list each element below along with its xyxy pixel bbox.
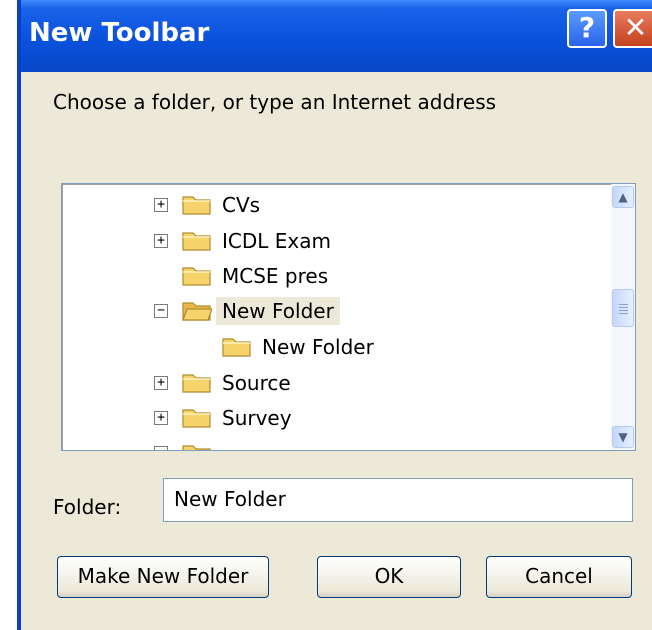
tree-item-label: ICDL Exam — [222, 229, 331, 253]
tree-item-label: Source — [222, 371, 291, 395]
dialog-title: New Toolbar — [29, 18, 210, 48]
tree-item-label: New Folder — [216, 297, 340, 325]
expand-icon[interactable]: + — [154, 376, 168, 390]
cancel-button[interactable]: Cancel — [486, 556, 632, 598]
folder-icon — [182, 232, 211, 251]
new-toolbar-dialog: New Toolbar ? ✕ Choose a folder, or type… — [17, 0, 652, 630]
ok-button[interactable]: OK — [317, 556, 461, 598]
scroll-thumb[interactable] — [612, 289, 634, 327]
folder-icon — [182, 267, 211, 286]
expand-icon[interactable]: + — [154, 411, 168, 425]
instruction-text: Choose a folder, or type an Internet add… — [53, 90, 497, 114]
collapse-icon[interactable]: − — [154, 304, 168, 318]
folder-icon — [182, 445, 211, 450]
help-button[interactable]: ? — [567, 9, 607, 48]
thumb-grip — [619, 307, 628, 308]
thumb-grip — [619, 304, 628, 305]
folder-tree[interactable]: + CVs + ICDL Exam MCSE pres − New Folder… — [61, 183, 636, 451]
folder-icon — [182, 374, 211, 393]
thumb-grip — [619, 310, 628, 311]
close-button[interactable]: ✕ — [613, 9, 652, 48]
folder-field-label: Folder: — [53, 495, 122, 519]
tree-item-label: CVs — [222, 193, 261, 217]
title-bar[interactable]: New Toolbar ? ✕ — [21, 0, 652, 72]
folder-icon — [182, 196, 211, 215]
open-folder-icon — [182, 302, 212, 321]
expand-icon[interactable]: + — [154, 234, 168, 248]
scroll-up-button[interactable]: ▲ — [612, 186, 634, 208]
tree-item-label: MCSE pres — [222, 264, 329, 288]
folder-input[interactable]: New Folder — [163, 478, 633, 522]
vertical-scrollbar[interactable]: ▲ ▼ — [611, 184, 635, 450]
folder-icon — [222, 338, 251, 357]
tree-item-label: New Folder — [262, 335, 374, 359]
expand-icon[interactable]: + — [154, 198, 168, 212]
folder-icon — [182, 409, 211, 428]
tree-item-label: Survey — [222, 406, 292, 430]
expand-icon[interactable] — [154, 446, 168, 450]
make-new-folder-button[interactable]: Make New Folder — [57, 556, 269, 598]
thumb-grip — [619, 313, 628, 314]
scroll-down-button[interactable]: ▼ — [612, 426, 634, 448]
